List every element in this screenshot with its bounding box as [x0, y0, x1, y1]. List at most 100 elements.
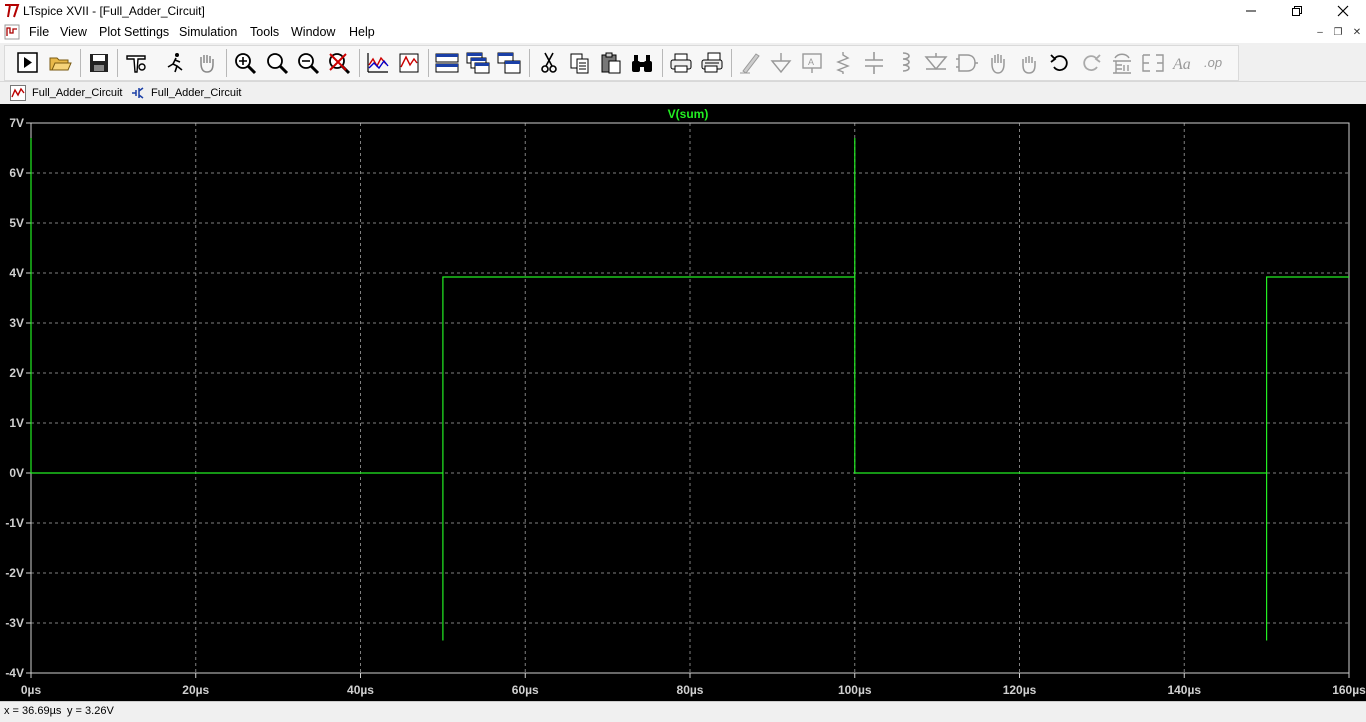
paste-icon[interactable] — [599, 51, 623, 75]
chart-title[interactable]: V(sum) — [668, 107, 709, 121]
spice-directive-icon[interactable]: .op — [1203, 51, 1227, 75]
title-bar: LTspice XVII - [Full_Adder_Circuit] — [0, 0, 1366, 22]
drag-icon[interactable] — [1017, 51, 1041, 75]
y-tick-label: 5V — [9, 216, 24, 230]
zoom-out-icon[interactable] — [296, 51, 320, 75]
zoom-area-icon[interactable] — [265, 51, 289, 75]
y-tick-label: 0V — [9, 466, 24, 480]
tab-waveform-label: Full_Adder_Circuit — [32, 87, 123, 99]
minimize-button[interactable] — [1228, 0, 1274, 22]
svg-text:Aa: Aa — [1172, 56, 1191, 73]
cut-icon[interactable] — [537, 51, 561, 75]
inductor-icon[interactable] — [893, 51, 917, 75]
y-tick-label: 7V — [9, 116, 24, 130]
tab-waveform[interactable]: Full_Adder_Circuit — [10, 83, 122, 103]
menu-file[interactable]: File — [29, 25, 49, 39]
halt-icon[interactable] — [163, 51, 187, 75]
pan-icon[interactable] — [195, 51, 219, 75]
save-icon[interactable] — [87, 51, 111, 75]
wire-icon[interactable] — [738, 51, 762, 75]
text-icon[interactable]: Aa — [1172, 51, 1196, 75]
open-icon[interactable] — [48, 51, 72, 75]
print-setup-icon[interactable] — [700, 51, 724, 75]
toolbar-separator — [80, 49, 81, 77]
y-tick-label: 1V — [9, 416, 24, 430]
toolbar: A Aa .op — [0, 43, 1366, 82]
x-tick-label: 160µs — [1332, 683, 1366, 697]
menu-window[interactable]: Window — [291, 25, 335, 39]
y-tick-label: 3V — [9, 316, 24, 330]
run-icon[interactable] — [16, 51, 40, 75]
x-tick-label: 140µs — [1167, 683, 1201, 697]
toolbar-separator — [226, 49, 227, 77]
toolbar-separator — [662, 49, 663, 77]
document-icon[interactable] — [4, 24, 20, 40]
undo-icon[interactable] — [1048, 51, 1072, 75]
control-panel-icon[interactable] — [124, 51, 148, 75]
component-icon[interactable] — [955, 51, 979, 75]
x-tick-label: 120µs — [1003, 683, 1037, 697]
cascade-icon[interactable] — [466, 51, 490, 75]
redo-icon[interactable] — [1079, 51, 1103, 75]
autorange-icon[interactable] — [366, 51, 390, 75]
waveform-icon — [10, 85, 26, 101]
menu-tools[interactable]: Tools — [250, 25, 279, 39]
svg-text:A: A — [808, 57, 814, 67]
mdi-restore-button[interactable]: ❐ — [1330, 25, 1346, 40]
zoom-cancel-icon[interactable] — [327, 51, 351, 75]
print-icon[interactable] — [669, 51, 693, 75]
close-icon — [1337, 5, 1349, 17]
tab-schematic-label: Full_Adder_Circuit — [151, 87, 242, 99]
y-tick-label: -3V — [5, 616, 24, 630]
minimize-icon — [1246, 10, 1256, 12]
toolbar-separator — [529, 49, 530, 77]
window-title: LTspice XVII - [Full_Adder_Circuit] — [23, 4, 205, 18]
restore-icon — [1292, 6, 1302, 16]
edit-trace-icon[interactable] — [397, 51, 421, 75]
waveform-plot-pane[interactable]: 0µs 20µs 40µs 60µs 80µs 100µs 120µs 140µs 160µs 7… — [0, 104, 1366, 701]
schematic-icon — [132, 87, 144, 99]
menu-simulation[interactable]: Simulation — [179, 25, 237, 39]
x-tick-label: 0µs — [21, 683, 42, 697]
zoom-in-icon[interactable] — [233, 51, 257, 75]
menu-bar: File View Plot Settings Simulation Tools… — [0, 22, 1366, 43]
toolbar-separator — [117, 49, 118, 77]
copy-icon[interactable] — [568, 51, 592, 75]
mirror-icon[interactable] — [1141, 51, 1165, 75]
menu-help[interactable]: Help — [349, 25, 375, 39]
resistor-icon[interactable] — [831, 51, 855, 75]
plot-frame — [30, 122, 1350, 674]
svg-text:.op: .op — [1204, 55, 1222, 70]
label-net-icon[interactable]: A — [800, 51, 824, 75]
waveform-chart[interactable]: 0µs 20µs 40µs 60µs 80µs 100µs 120µs 140µs 160µs 7… — [0, 104, 1366, 701]
document-tab-bar: Full_Adder_Circuit Full_Adder_Circuit — [0, 82, 1366, 104]
mdi-close-button[interactable]: ✕ — [1349, 25, 1365, 40]
y-tick-label: 2V — [9, 366, 24, 380]
rotate-icon[interactable] — [1110, 51, 1134, 75]
close-button[interactable] — [1320, 0, 1366, 22]
toolbar-separator — [359, 49, 360, 77]
x-tick-label: 60µs — [512, 683, 539, 697]
ltspice-app-icon — [4, 3, 20, 19]
x-tick-label: 20µs — [182, 683, 209, 697]
menu-plot-settings[interactable]: Plot Settings — [99, 25, 169, 39]
mdi-minimize-button[interactable]: – — [1312, 25, 1328, 40]
tile-vertical-icon[interactable] — [497, 51, 521, 75]
diode-icon[interactable] — [924, 51, 948, 75]
y-tick-label: -2V — [5, 566, 24, 580]
cursor-x-readout: x = 36.69µs — [4, 705, 62, 717]
toolbar-separator — [731, 49, 732, 77]
find-icon[interactable] — [630, 51, 654, 75]
tab-schematic[interactable]: Full_Adder_Circuit — [129, 83, 241, 103]
y-tick-label: -4V — [5, 666, 24, 680]
move-icon[interactable] — [986, 51, 1010, 75]
menu-view[interactable]: View — [60, 25, 87, 39]
x-tick-label: 40µs — [347, 683, 374, 697]
restore-button[interactable] — [1274, 0, 1320, 22]
capacitor-icon[interactable] — [862, 51, 886, 75]
toolbar-separator — [428, 49, 429, 77]
y-tick-label: -1V — [5, 516, 24, 530]
x-tick-label: 80µs — [677, 683, 704, 697]
tile-horizontal-icon[interactable] — [435, 51, 459, 75]
ground-icon[interactable] — [769, 51, 793, 75]
